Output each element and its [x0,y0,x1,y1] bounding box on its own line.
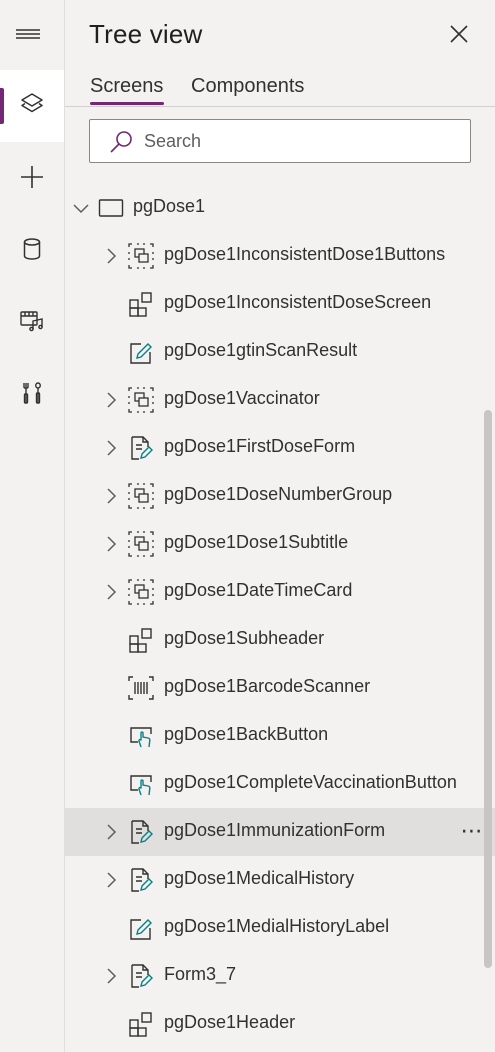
label-edit-icon [128,339,154,365]
form-icon [128,963,154,989]
tree-item-pg-dose1-vaccinator[interactable]: pgDose1Vaccinator [65,376,495,424]
chevron-right-icon[interactable] [101,870,121,890]
tree-item-label: Form3_7 [164,964,237,984]
tab-bar: Screens Components [65,70,495,107]
group-icon [128,483,154,509]
group-icon [128,243,154,269]
chevron-right-icon[interactable] [101,822,121,842]
panel-title: Tree view [89,19,203,49]
button-icon [128,771,154,797]
label-edit-icon [128,915,154,941]
search-input[interactable] [144,120,464,162]
chevron-right-icon[interactable] [101,966,121,986]
tree-item-label: pgDose1Header [164,1012,296,1032]
advanced-tools-rail-button[interactable] [0,359,64,431]
plus-icon [19,164,45,195]
database-icon [19,236,45,267]
tree-item-label: pgDose1Dose1Subtitle [164,532,349,552]
tree-item-label: pgDose1gtinScanResult [164,340,358,360]
active-tab-indicator [90,102,164,105]
tree-item-label: pgDose1ImmunizationForm [164,820,386,840]
close-button[interactable] [445,22,473,50]
tree-view-rail-button[interactable] [0,70,64,142]
tree-item-label: pgDose1DoseNumberGroup [164,484,393,504]
tree-item-label: pgDose1DateTimeCard [164,580,353,600]
tree-item-label: pgDose1BackButton [164,724,329,744]
chevron-right-icon[interactable] [101,246,121,266]
form-icon [128,819,154,845]
tree-item-label: pgDose1FirstDoseForm [164,436,356,456]
left-rail [0,0,65,1052]
tree-item-pg-dose1-header[interactable]: pgDose1Header [65,1000,495,1048]
chevron-right-icon[interactable] [101,486,121,506]
close-icon [449,24,469,49]
tree-item-label: pgDose1Subheader [164,628,325,648]
button-icon [128,723,154,749]
more-options-button[interactable]: ⋯ [457,818,487,844]
form-icon [128,867,154,893]
tree-item-pg-dose1-subheader[interactable]: pgDose1Subheader [65,616,495,664]
tree-item-label: pgDose1InconsistentDoseScreen [164,292,432,312]
tree-item-pg-dose1-back-button[interactable]: pgDose1BackButton [65,712,495,760]
tree-item-pg-dose1-immunization-form[interactable]: pgDose1ImmunizationForm ⋯ [65,808,495,856]
tree-item-pg-dose1-complete-vaccination-button[interactable]: pgDose1CompleteVaccinationButton [65,760,495,808]
tree-item-label: pgDose1MedicalHistory [164,868,355,888]
tree-item-label: pgDose1MedialHistoryLabel [164,916,390,936]
tree-item-label: pgDose1BarcodeScanner [164,676,371,696]
layers-icon [19,91,45,122]
hamburger-icon [16,29,40,48]
tree-item-label: pgDose1InconsistentDose1Buttons [164,244,446,264]
tree-item-pg-dose1gtin-scan-result[interactable]: pgDose1gtinScanResult [65,328,495,376]
tree-item-pg-dose1-barcode-scanner[interactable]: pgDose1BarcodeScanner [65,664,495,712]
tree-item-label: pgDose1Vaccinator [164,388,320,408]
tree-item-pg-dose1-first-dose-form[interactable]: pgDose1FirstDoseForm [65,424,495,472]
hamburger-menu-button[interactable] [16,24,40,44]
tab-components[interactable]: Components [191,75,304,98]
group-icon [128,579,154,605]
chevron-right-icon[interactable] [101,438,121,458]
insert-rail-button[interactable] [0,143,64,215]
tree-item-pg-dose1-inconsistent-dose-screen[interactable]: pgDose1InconsistentDoseScreen [65,280,495,328]
group-icon [128,531,154,557]
group-icon [128,387,154,413]
tree-item-label: pgDose1 [133,196,206,216]
tree-item-form3-7[interactable]: Form3_7 [65,952,495,1000]
screen-icon [98,195,124,221]
data-rail-button[interactable] [0,215,64,287]
tree-screen-row[interactable]: pgDose1 [65,184,495,232]
scrollbar-thumb[interactable] [484,410,492,968]
scrollbar[interactable] [484,410,492,970]
tree-item-pg-dose1-medical-history[interactable]: pgDose1MedicalHistory [65,856,495,904]
component-icon [128,1011,154,1037]
search-icon [108,129,134,155]
tree-item-pg-dose1-dose-number-group[interactable]: pgDose1DoseNumberGroup [65,472,495,520]
tree-view-panel: Tree view Screens Components pgDose1 pgDo… [65,0,495,1052]
tree-item-pg-dose1-date-time-card[interactable]: pgDose1DateTimeCard [65,568,495,616]
tree-item-pg-dose1-medial-history-label[interactable]: pgDose1MedialHistoryLabel [65,904,495,952]
tree-item-pg-dose1-dose1-subtitle[interactable]: pgDose1Dose1Subtitle [65,520,495,568]
media-icon [19,308,45,339]
component-icon [128,627,154,653]
media-rail-button[interactable] [0,287,64,359]
form-icon [128,435,154,461]
tree-item-label: pgDose1CompleteVaccinationButton [164,772,457,792]
chevron-down-icon[interactable] [71,198,91,218]
chevron-right-icon[interactable] [101,390,121,410]
tree-item-pg-dose1-inconsistent-dose1-buttons[interactable]: pgDose1InconsistentDose1Buttons [65,232,495,280]
component-icon [128,291,154,317]
tools-icon [19,380,45,411]
search-box[interactable] [89,119,471,163]
tab-screens[interactable]: Screens [90,75,163,98]
chevron-right-icon[interactable] [101,534,121,554]
chevron-right-icon[interactable] [101,582,121,602]
barcode-icon [128,675,154,701]
